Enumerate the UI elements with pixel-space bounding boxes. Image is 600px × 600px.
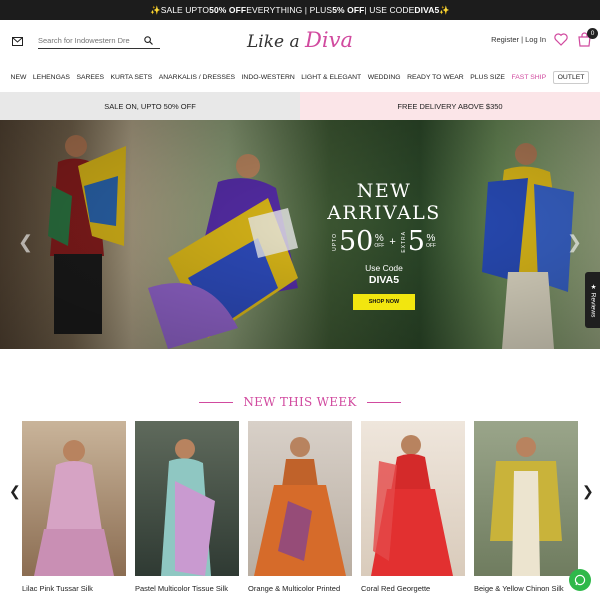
product-image[interactable]: [248, 421, 352, 576]
product-card[interactable]: Beige & Yellow Chinon Silk: [474, 421, 578, 593]
product-card[interactable]: Coral Red Georgette: [361, 421, 465, 593]
announcement-text: EVERYTHING | PLUS: [246, 5, 333, 15]
off-label: OFF: [425, 243, 436, 249]
nav-item-sarees[interactable]: SAREES: [76, 74, 104, 81]
nav-item-wedding[interactable]: WEDDING: [368, 74, 401, 81]
product-image[interactable]: [474, 421, 578, 576]
product-card[interactable]: Lilac Pink Tussar Silk: [22, 421, 126, 593]
nav-item-lehengas[interactable]: LEHENGAS: [33, 74, 70, 81]
hero-heading: NEW ARRIVALS: [327, 180, 441, 224]
header-actions: Register | Log In 0: [491, 28, 598, 47]
announcement-text: SALE UPTO: [160, 5, 210, 15]
chevron-right-icon[interactable]: ❯: [567, 232, 582, 253]
product-name[interactable]: Coral Red Georgette: [361, 584, 465, 593]
chevron-left-icon[interactable]: ❮: [18, 232, 33, 253]
product-card[interactable]: Pastel Multicolor Tissue Silk: [135, 421, 239, 593]
product-image[interactable]: [22, 421, 126, 576]
register-login-link[interactable]: Register | Log In: [491, 35, 546, 44]
nav-item-kurta-sets[interactable]: KURTA SETS: [111, 74, 153, 81]
promo-strip: SALE ON, UPTO 50% OFF FREE DELIVERY ABOV…: [0, 92, 600, 120]
product-name[interactable]: Pastel Multicolor Tissue Silk: [135, 584, 239, 593]
product-name[interactable]: Beige & Yellow Chinon Silk: [474, 584, 578, 593]
announcement-code: DIVA5: [414, 5, 440, 15]
offer-plus: +: [389, 235, 396, 248]
search-bar: [38, 33, 160, 49]
offer-upto: UPTO: [332, 232, 338, 251]
logo-accent: Diva: [305, 28, 353, 52]
hero-banner[interactable]: NEW ARRIVALS UPTO 50 % OFF + EXTRA 5 % OFF…: [0, 120, 600, 349]
divider: [366, 401, 401, 403]
reviews-tab[interactable]: ★ Reviews: [585, 272, 600, 328]
nav-item-light-elegant[interactable]: LIGHT & ELEGANT: [301, 74, 361, 81]
sparkle-icon: ✨: [150, 4, 161, 15]
promo-free-delivery[interactable]: FREE DELIVERY ABOVE $350: [300, 92, 600, 120]
offer-main-unit: % OFF: [374, 234, 384, 249]
search-icon[interactable]: [142, 35, 154, 47]
nav-item-new[interactable]: NEW: [11, 74, 27, 81]
sparkle-icon: ✨: [439, 4, 450, 15]
hero-code-label: Use Code: [365, 263, 403, 273]
product-name[interactable]: Lilac Pink Tussar Silk: [22, 584, 126, 593]
nav-item-outlet[interactable]: OUTLET: [552, 70, 590, 84]
heart-icon[interactable]: [554, 32, 568, 47]
whatsapp-icon[interactable]: [569, 569, 591, 591]
offer-main-value: 50: [339, 226, 374, 257]
product-image[interactable]: [135, 421, 239, 576]
hero-copy: NEW ARRIVALS UPTO 50 % OFF + EXTRA 5 % OFF…: [306, 180, 462, 310]
announcement-highlight: 50% OFF: [209, 5, 247, 15]
hero-overlay: [0, 120, 600, 349]
shop-now-button[interactable]: SHOP NOW: [352, 294, 416, 310]
main-nav: NEW LEHENGAS SAREES KURTA SETS ANARKALIS…: [0, 62, 600, 92]
site-logo[interactable]: Like a Diva: [247, 28, 353, 52]
site-header: Like a Diva Register | Log In 0: [0, 20, 600, 62]
offer-extra-value: 5: [407, 226, 425, 257]
logo-text: Like a: [247, 32, 306, 52]
announcement-bar: ✨ SALE UPTO 50% OFF EVERYTHING | PLUS 5%…: [0, 0, 600, 20]
product-card[interactable]: Orange & Multicolor Printed: [248, 421, 352, 593]
chevron-left-icon[interactable]: ❮: [9, 483, 21, 500]
hero-code: DIVA5: [368, 274, 400, 286]
nav-item-plus-size[interactable]: PLUS SIZE: [470, 74, 505, 81]
search-input[interactable]: [38, 36, 142, 45]
nav-item-indo-western[interactable]: INDO-WESTERN: [242, 74, 295, 81]
hero-offer: UPTO 50 % OFF + EXTRA 5 % OFF: [306, 228, 462, 255]
chevron-right-icon[interactable]: ❯: [582, 483, 594, 500]
mail-icon[interactable]: [10, 34, 24, 48]
announcement-highlight: 5% OFF: [332, 5, 365, 15]
products-carousel: ❮ Lilac Pink Tussar Silk Pastel Multicol…: [0, 421, 600, 600]
off-label: OFF: [374, 243, 385, 249]
section-title: NEW THIS WEEK: [243, 395, 357, 409]
nav-item-anarkalis-dresses[interactable]: ANARKALIS / DRESSES: [159, 74, 235, 81]
nav-item-ready-to-wear[interactable]: READY TO WEAR: [407, 74, 464, 81]
section-header: NEW THIS WEEK: [0, 387, 600, 417]
promo-sale[interactable]: SALE ON, UPTO 50% OFF: [0, 92, 300, 120]
product-image[interactable]: [361, 421, 465, 576]
announcement-text: | USE CODE: [364, 5, 415, 15]
offer-extra: EXTRA: [400, 230, 407, 253]
product-name[interactable]: Orange & Multicolor Printed: [248, 584, 352, 593]
cart-count-badge: 0: [587, 28, 598, 39]
shopping-bag-icon[interactable]: 0: [577, 28, 598, 47]
nav-item-fast-ship[interactable]: FAST SHIP: [511, 74, 546, 81]
divider: [199, 401, 234, 403]
offer-extra-unit: % OFF: [426, 234, 436, 249]
